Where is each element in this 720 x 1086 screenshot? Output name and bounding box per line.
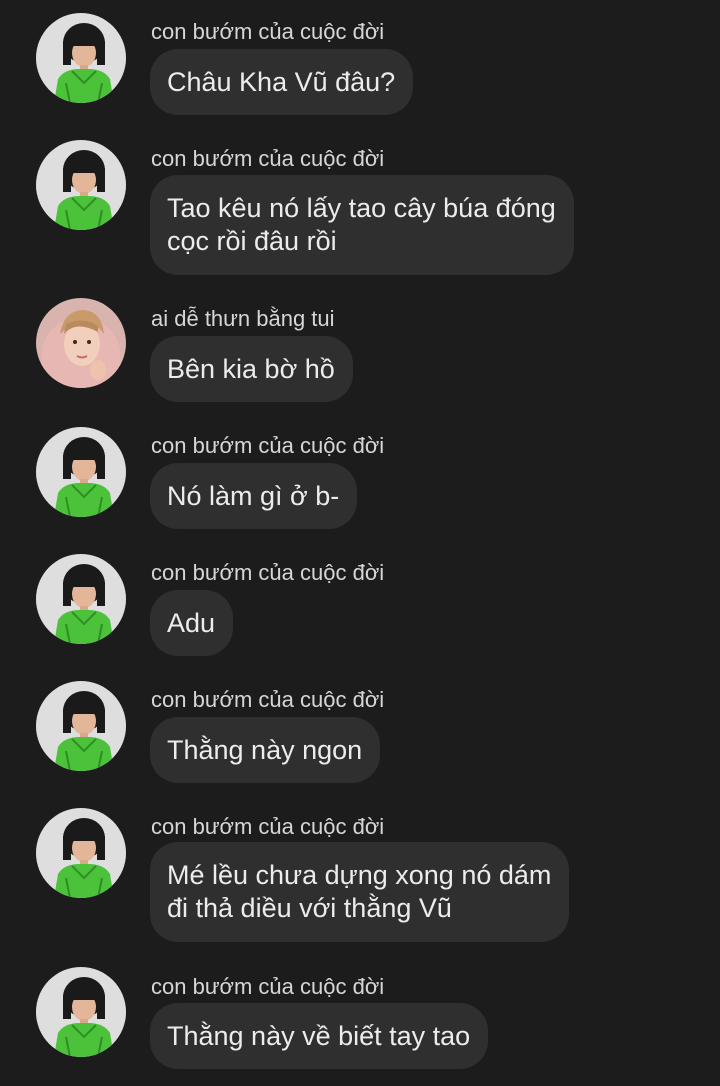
green-shirt-avatar-icon[interactable] (36, 554, 126, 644)
sender-name: con bướm của cuộc đời (151, 974, 385, 999)
sender-name: ai dễ thưn bằng tui (151, 306, 335, 331)
message-bubble[interactable]: Nó làm gì ở b- (150, 463, 358, 529)
sender-name: con bướm của cuộc đời (151, 687, 385, 712)
message-bubble[interactable]: Châu Kha Vũ đâu? (150, 49, 414, 115)
sender-name: con bướm của cuộc đời (151, 433, 385, 458)
chat-screen: { "messages": [ { "sender": "con bướm củ… (0, 0, 720, 1086)
message-bubble[interactable]: Thằng này về biết tay tao (150, 1003, 489, 1069)
sender-name: con bướm của cuộc đời (151, 19, 385, 44)
message-bubble[interactable]: Adu (150, 590, 234, 656)
green-shirt-avatar-icon[interactable] (36, 13, 126, 103)
pink-hoodie-avatar-icon[interactable] (36, 298, 126, 388)
green-shirt-avatar-icon[interactable] (36, 681, 126, 771)
green-shirt-avatar-icon[interactable] (36, 427, 126, 517)
sender-name: con bướm của cuộc đời (151, 814, 385, 839)
sender-name: con bướm của cuộc đời (151, 146, 385, 171)
sender-name: con bướm của cuộc đời (151, 560, 385, 585)
green-shirt-avatar-icon[interactable] (36, 808, 126, 898)
message-bubble[interactable]: Tao kêu nó lấy tao cây búa đóng cọc rồi … (150, 175, 574, 275)
green-shirt-avatar-icon[interactable] (36, 140, 126, 230)
message-bubble[interactable]: Thằng này ngon (150, 717, 381, 783)
green-shirt-avatar-icon[interactable] (36, 967, 126, 1057)
message-bubble[interactable]: Mé lều chưa dựng xong nó dám đi thả diều… (150, 842, 570, 942)
message-bubble[interactable]: Bên kia bờ hồ (150, 336, 353, 402)
